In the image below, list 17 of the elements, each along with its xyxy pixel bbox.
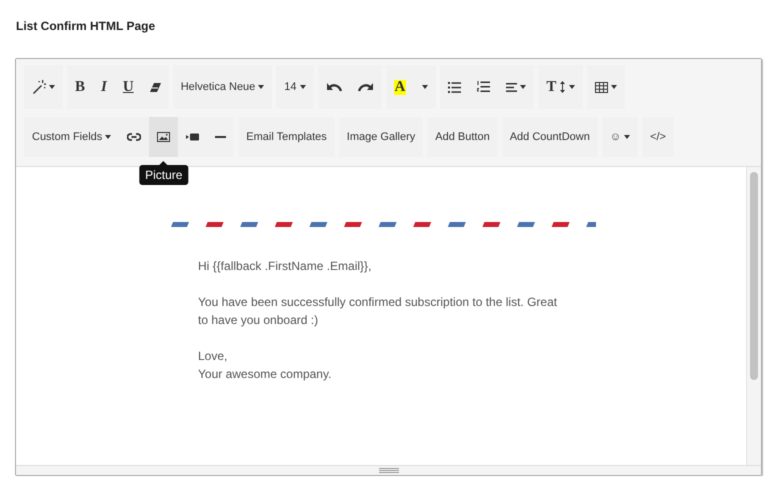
bold-button[interactable]: B <box>67 65 94 109</box>
page-title: List Confirm HTML Page <box>16 19 156 33</box>
message-text: Love, <box>198 348 228 365</box>
toolbar-button[interactable]: Add Button <box>427 117 498 157</box>
toolbar-button[interactable]: Helvetica Neue <box>172 65 272 109</box>
toolbar-button[interactable]: ☺ <box>602 117 638 157</box>
message-text: Hi {{fallback .FirstName .Email}}, <box>198 258 372 275</box>
italic-button[interactable]: I <box>93 65 115 109</box>
toolbar-button[interactable]: Email Templates <box>238 117 335 157</box>
underline-button[interactable]: U <box>114 65 142 109</box>
message-text: Your awesome company. <box>198 366 332 383</box>
message-text: You have been successfully confirmed subscription to the list. Great to have you onboard :) <box>198 294 558 329</box>
toolbar-button[interactable]: </> <box>642 117 674 157</box>
toolbar-button[interactable]: Add CountDown <box>502 117 598 157</box>
toolbar-button[interactable]: Image Gallery <box>338 117 424 157</box>
toolbar-button[interactable]: 14 <box>276 65 314 109</box>
line-height-button[interactable]: T <box>538 65 584 109</box>
